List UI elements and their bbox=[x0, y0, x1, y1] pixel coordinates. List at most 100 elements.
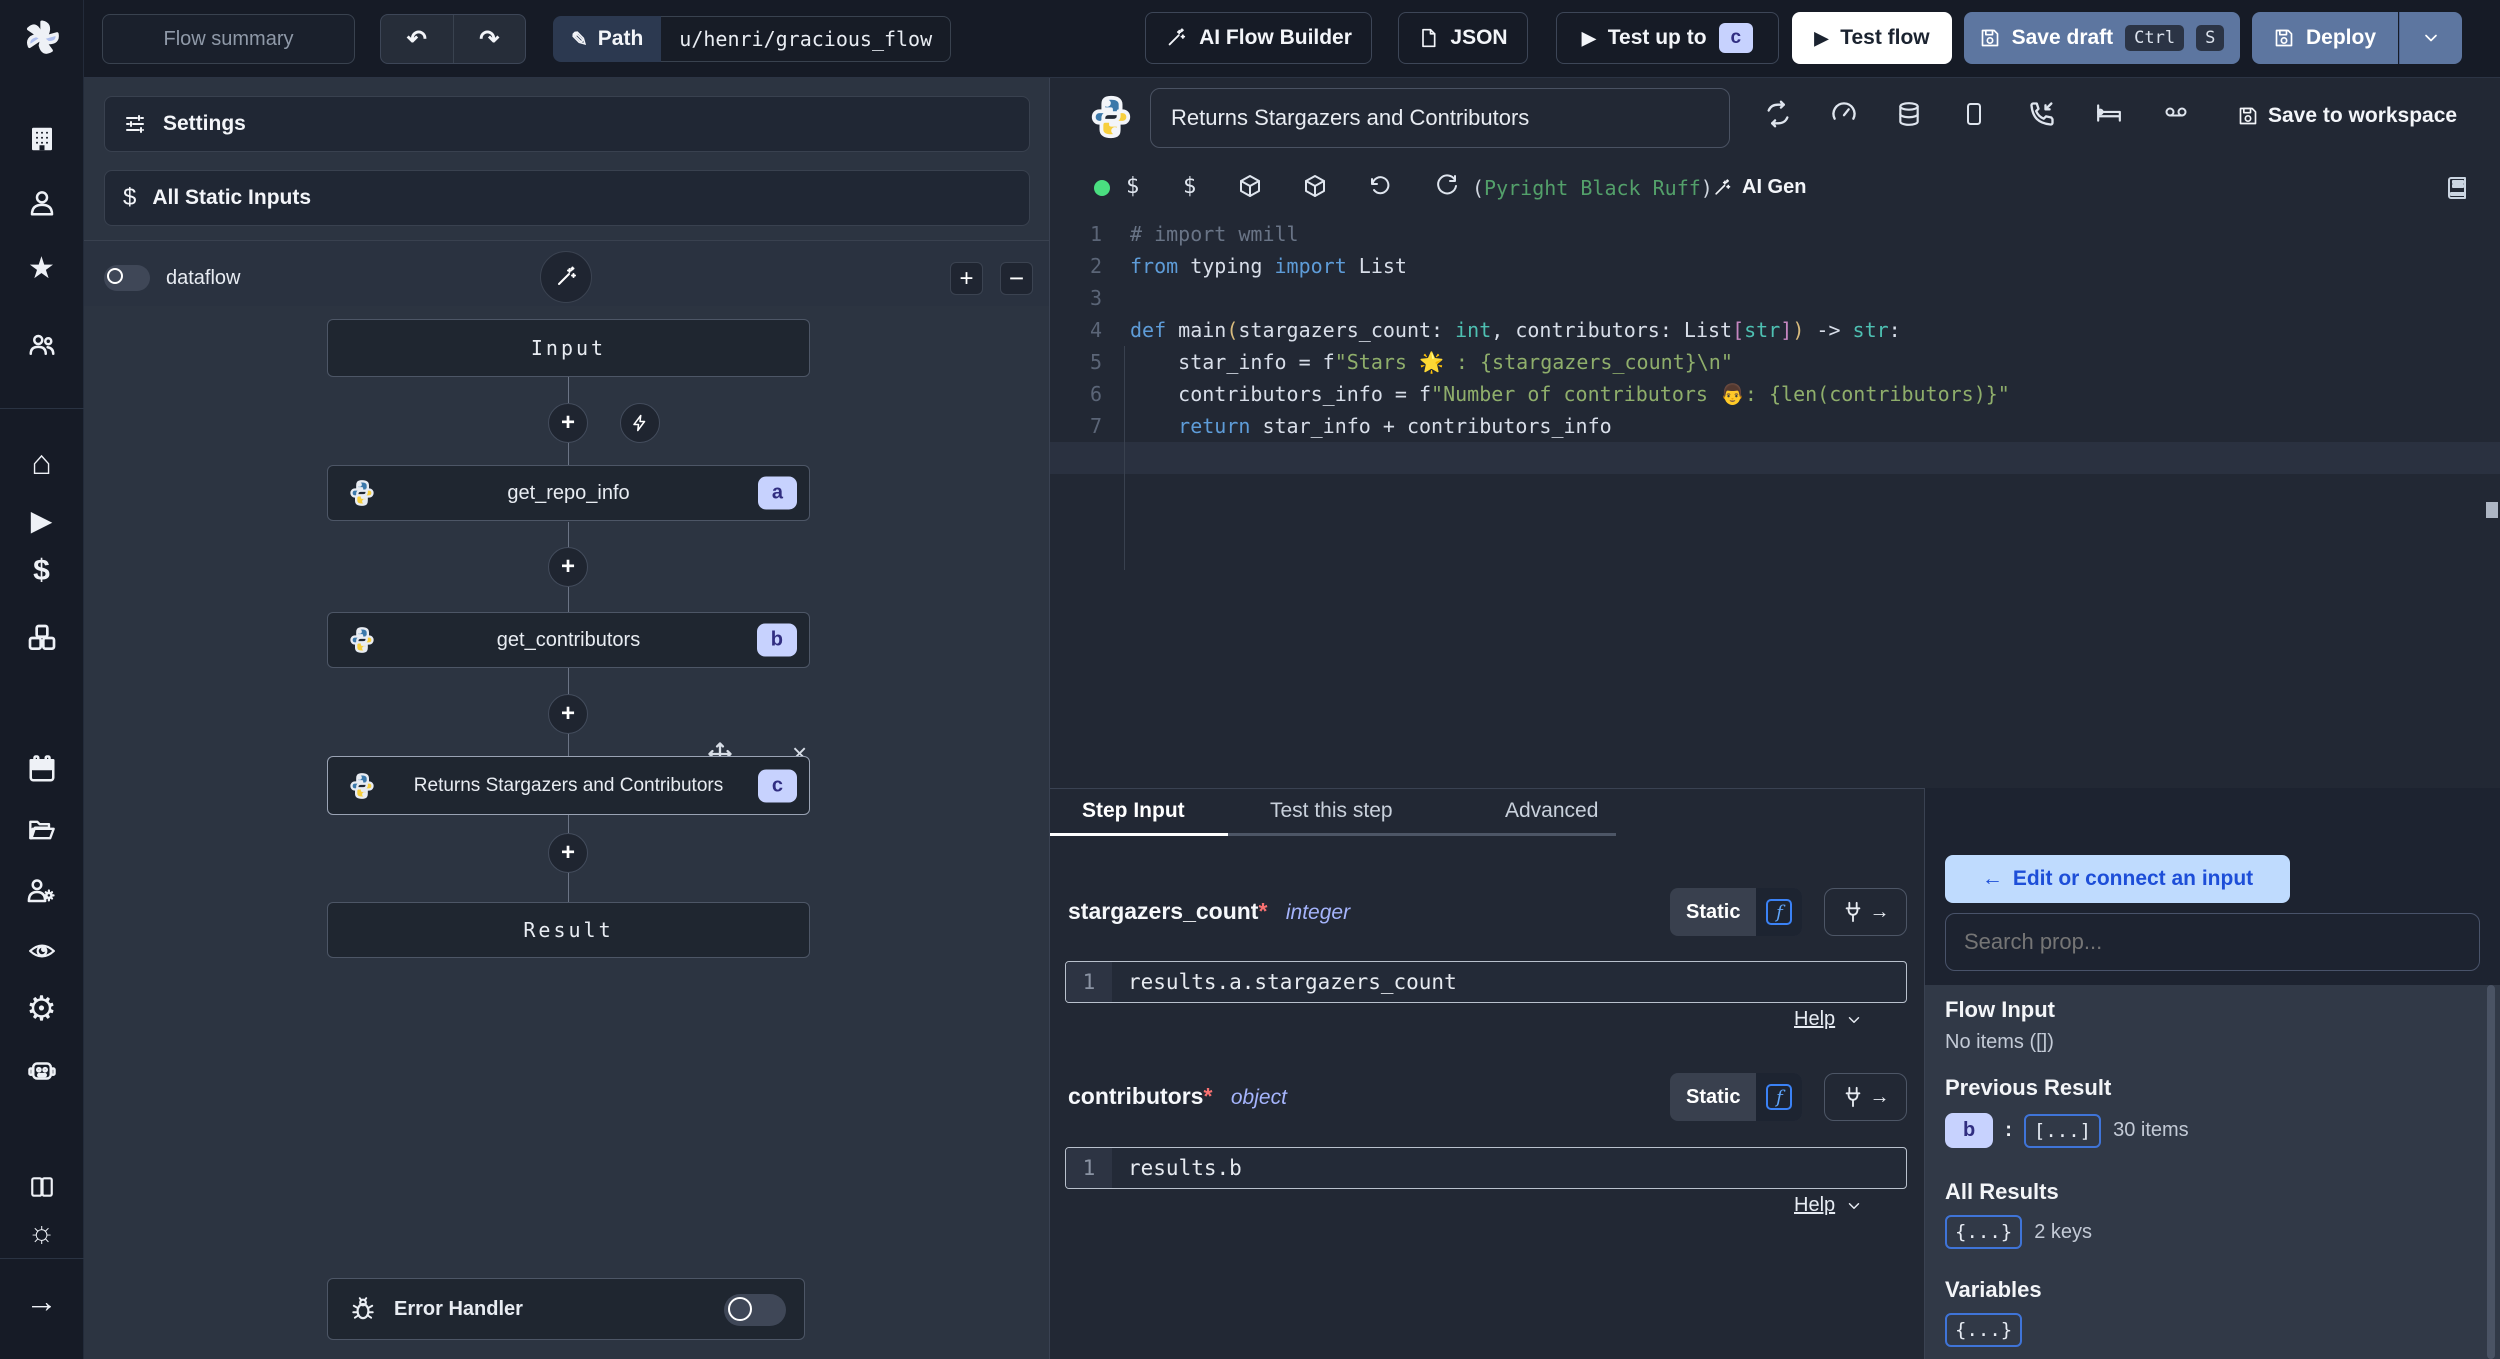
add-step-button[interactable]: + bbox=[548, 403, 588, 443]
step-title-input[interactable] bbox=[1150, 88, 1730, 148]
undo-button[interactable]: ↶ bbox=[381, 15, 454, 63]
wand-icon bbox=[1165, 27, 1187, 49]
package-icon[interactable] bbox=[1303, 174, 1327, 198]
folders-icon[interactable] bbox=[26, 816, 58, 844]
object-chip[interactable]: {...} bbox=[1945, 1313, 2023, 1347]
deploy-dropdown-button[interactable] bbox=[2399, 12, 2462, 64]
library-book-icon[interactable] bbox=[2446, 174, 2470, 202]
flow-summary-input[interactable]: Flow summary bbox=[102, 14, 355, 64]
json-button[interactable]: JSON bbox=[1398, 12, 1528, 64]
static-toggle-stargazers[interactable]: Static f bbox=[1670, 888, 1803, 936]
collapse-arrow-right-icon[interactable]: → bbox=[26, 1285, 58, 1317]
database-icon[interactable] bbox=[1896, 100, 1922, 128]
undo-history-icon[interactable] bbox=[1368, 174, 1392, 198]
tab-advanced[interactable]: Advanced bbox=[1505, 799, 1598, 823]
package-icon[interactable] bbox=[1238, 174, 1262, 198]
resources-blocks-icon[interactable] bbox=[26, 622, 58, 654]
sync-cycle-icon[interactable] bbox=[1764, 100, 1792, 128]
connect-plug-button[interactable]: → bbox=[1824, 1073, 1907, 1121]
runs-play-icon[interactable]: ▶ bbox=[31, 506, 53, 536]
phone-incoming-icon[interactable] bbox=[2028, 100, 2056, 128]
dataflow-toggle[interactable] bbox=[104, 265, 150, 291]
flow-result-node[interactable]: Result bbox=[327, 902, 810, 958]
favorites-star-icon[interactable]: ★ bbox=[28, 254, 55, 284]
code-editor[interactable]: 12345678 # import wmillfrom typing impor… bbox=[1050, 206, 2500, 788]
static-toggle-contributors[interactable]: Static f bbox=[1670, 1073, 1803, 1121]
user-icon[interactable] bbox=[27, 188, 57, 218]
redo-button[interactable]: ↷ bbox=[454, 15, 526, 63]
windmill-flow-editor: ★ ⌂ ▶ $ ⚙ ☼ → Flow summary ↶ ↷ ✎ Path u/… bbox=[0, 0, 2500, 1359]
add-step-button[interactable]: + bbox=[548, 547, 588, 587]
variables-title: Variables bbox=[1945, 1277, 2042, 1302]
step-badge-a: a bbox=[757, 476, 797, 510]
prop-scrollbar[interactable] bbox=[2487, 985, 2495, 1359]
connect-plug-button[interactable]: → bbox=[1824, 888, 1907, 936]
zoom-in-button[interactable]: + bbox=[950, 262, 983, 295]
array-chip[interactable]: [...] bbox=[2023, 1113, 2102, 1148]
ai-gen-button[interactable]: AI Gen bbox=[1712, 176, 1806, 199]
expr-input-stargazers[interactable]: 1 results.a.stargazers_count bbox=[1065, 961, 1907, 1003]
result-key-badge[interactable]: b bbox=[1945, 1113, 1994, 1148]
edit-or-connect-button[interactable]: ← Edit or connect an input bbox=[1945, 855, 2290, 903]
ai-robot-icon[interactable] bbox=[25, 1056, 59, 1086]
save-icon bbox=[2274, 28, 2294, 48]
sliders-icon bbox=[123, 112, 147, 136]
tab-step-input[interactable]: Step Input bbox=[1082, 799, 1185, 823]
all-static-inputs-button[interactable]: $ All Static Inputs bbox=[104, 170, 1030, 226]
help-link[interactable]: Help bbox=[1794, 1194, 1863, 1217]
user-group-icon[interactable] bbox=[26, 330, 58, 360]
expr-input-contributors[interactable]: 1 results.b bbox=[1065, 1147, 1907, 1189]
add-step-button[interactable]: + bbox=[548, 833, 588, 873]
help-link[interactable]: Help bbox=[1794, 1008, 1863, 1031]
docs-books-icon[interactable] bbox=[26, 1174, 58, 1200]
voicemail-icon[interactable] bbox=[2160, 100, 2192, 124]
save-draft-button[interactable]: Save draft Ctrl S bbox=[1964, 12, 2240, 64]
ai-flow-builder-button[interactable]: AI Flow Builder bbox=[1145, 12, 1372, 64]
zoom-out-button[interactable]: − bbox=[1000, 262, 1033, 295]
pencil-icon: ✎ bbox=[571, 28, 588, 51]
step-node-a[interactable]: get_repo_info a bbox=[327, 465, 810, 521]
path-value[interactable]: u/henri/gracious_flow bbox=[661, 16, 952, 62]
flow-input-node[interactable]: Input bbox=[327, 319, 810, 377]
workspace-building-icon[interactable] bbox=[27, 124, 57, 154]
graph-toolbar: dataflow + − bbox=[84, 240, 1049, 306]
trigger-bolt-button[interactable] bbox=[620, 403, 660, 443]
workers-user-cog-icon[interactable] bbox=[25, 876, 59, 906]
field-label-contributors: contributors* object bbox=[1068, 1083, 1287, 1109]
gauge-icon[interactable] bbox=[1830, 100, 1858, 128]
windmill-logo-icon[interactable] bbox=[22, 18, 62, 58]
theme-sun-icon[interactable]: ☼ bbox=[28, 1218, 56, 1248]
mobile-icon[interactable] bbox=[1962, 100, 1986, 128]
javascript-fx-icon: f bbox=[1766, 899, 1793, 925]
python-icon bbox=[348, 626, 376, 654]
error-handler-node[interactable]: Error Handler bbox=[327, 1278, 805, 1340]
settings-gear-icon[interactable]: ⚙ bbox=[26, 992, 56, 1026]
save-to-workspace-button[interactable]: Save to workspace bbox=[2238, 104, 2457, 128]
editor-scrollbar-thumb[interactable] bbox=[2486, 502, 2498, 518]
add-step-button[interactable]: + bbox=[548, 694, 588, 734]
schedules-calendar-icon[interactable] bbox=[27, 754, 57, 784]
search-prop-input[interactable] bbox=[1945, 913, 2480, 971]
variables-row: {...} bbox=[1945, 1313, 2023, 1347]
step-node-b[interactable]: get_contributors b bbox=[327, 612, 810, 668]
bed-icon[interactable] bbox=[2094, 100, 2124, 126]
deploy-button[interactable]: Deploy bbox=[2252, 12, 2398, 64]
home-icon[interactable]: ⌂ bbox=[31, 446, 52, 480]
ai-wand-button[interactable] bbox=[540, 251, 592, 303]
variables-dollar-icon[interactable]: $ bbox=[1126, 174, 1139, 199]
tab-test-this-step[interactable]: Test this step bbox=[1270, 799, 1393, 823]
sidebar-divider bbox=[0, 1258, 84, 1259]
refresh-icon[interactable] bbox=[1435, 174, 1459, 198]
audit-eye-icon[interactable] bbox=[25, 938, 59, 964]
flow-settings-button[interactable]: Settings bbox=[104, 96, 1030, 152]
path-chip: ✎ Path bbox=[553, 16, 662, 62]
test-flow-button[interactable]: ▶ Test flow bbox=[1792, 12, 1952, 64]
object-chip[interactable]: {...} bbox=[1945, 1215, 2023, 1249]
code-lines: # import wmill from typing import List def… bbox=[1050, 218, 2500, 474]
variables-dollar-icon[interactable]: $ bbox=[33, 556, 50, 586]
flow-input-title: Flow Input bbox=[1945, 997, 2055, 1022]
step-node-c-selected[interactable]: Returns Stargazers and Contributors c bbox=[327, 756, 810, 815]
test-up-to-button[interactable]: ▶ Test up to c bbox=[1556, 12, 1779, 64]
resources-dollar-icon[interactable]: $ bbox=[1183, 174, 1196, 199]
error-handler-toggle[interactable] bbox=[724, 1294, 786, 1326]
